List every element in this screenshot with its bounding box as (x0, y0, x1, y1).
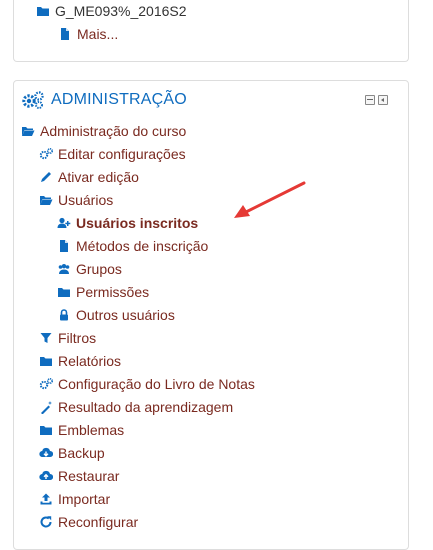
course-administration-label: Administração do curso (40, 123, 187, 139)
item-label: Emblemas (58, 422, 125, 438)
item-turn-editing-on[interactable]: Ativar edição (39, 169, 139, 185)
item-enrolled-users[interactable]: Usuários inscritos (57, 215, 198, 231)
item-label: Importar (58, 491, 111, 507)
block-header: ADMINISTRAÇÃO (21, 90, 187, 110)
upload-icon (39, 492, 53, 506)
cog-icon (39, 147, 53, 161)
course-administration[interactable]: Administração do curso (21, 123, 186, 139)
nav-item-more-label: Mais... (77, 26, 119, 42)
item-permissions[interactable]: Permissões (57, 284, 149, 300)
block-title: ADMINISTRAÇÃO (51, 91, 187, 108)
item-label: Resultado da aprendizagem (58, 399, 234, 415)
item-badges[interactable]: Emblemas (39, 422, 124, 438)
item-outcomes[interactable]: Resultado da aprendizagem (39, 399, 233, 415)
item-label: Filtros (58, 330, 97, 346)
item-groups[interactable]: Grupos (57, 261, 122, 277)
folder-icon (36, 4, 50, 18)
item-backup[interactable]: Backup (39, 445, 105, 461)
file-icon (57, 239, 71, 253)
folder-open-icon (21, 124, 35, 138)
item-label: Outros usuários (76, 307, 175, 323)
annotation-arrow-icon (234, 181, 306, 218)
item-label: Reconfigurar (58, 514, 139, 530)
item-label: Restaurar (58, 468, 120, 484)
item-edit-settings[interactable]: Editar configurações (39, 146, 186, 162)
item-label: Editar configurações (58, 146, 186, 162)
hide-block-button[interactable] (365, 95, 375, 105)
item-reset[interactable]: Reconfigurar (39, 514, 138, 530)
cog-icon (39, 377, 53, 391)
refresh-icon (39, 515, 53, 529)
nav-item-more[interactable]: Mais... (58, 26, 118, 42)
folder-icon (39, 354, 53, 368)
lock-icon (57, 308, 71, 322)
navigation-block: G_ME093%_2016S2 Mais... (13, 0, 409, 62)
item-other-users[interactable]: Outros usuários (57, 307, 175, 323)
magic-wand-icon (39, 400, 53, 414)
item-label: Métodos de inscrição (76, 238, 209, 254)
filter-icon (39, 331, 53, 345)
item-import[interactable]: Importar (39, 491, 110, 507)
dock-block-button[interactable] (378, 95, 388, 105)
item-label: Grupos (76, 261, 122, 277)
item-label: Relatórios (58, 353, 122, 369)
nav-item-course-label: G_ME093%_2016S2 (55, 3, 187, 19)
item-label: Backup (58, 445, 105, 461)
item-users[interactable]: Usuários (39, 192, 113, 208)
item-restore[interactable]: Restaurar (39, 468, 119, 484)
user-plus-icon (57, 216, 71, 230)
item-enrolment-methods[interactable]: Métodos de inscrição (57, 238, 208, 254)
item-label: Usuários (58, 192, 114, 208)
cloud-upload-icon (39, 469, 53, 483)
administration-block: ADMINISTRAÇÃO Administração do curso Edi… (13, 80, 409, 550)
nav-item-course[interactable]: G_ME093%_2016S2 (36, 3, 187, 19)
item-filters[interactable]: Filtros (39, 330, 96, 346)
folder-icon (39, 423, 53, 437)
item-gradebook-setup[interactable]: Configuração do Livro de Notas (39, 376, 255, 392)
item-label: Permissões (76, 284, 150, 300)
item-reports[interactable]: Relatórios (39, 353, 121, 369)
cogs-icon (21, 90, 45, 110)
folder-icon (57, 285, 71, 299)
item-label: Ativar edição (58, 169, 139, 185)
cloud-download-icon (39, 446, 53, 460)
pencil-icon (39, 170, 53, 184)
item-label: Usuários inscritos (76, 215, 199, 231)
folder-open-icon (39, 193, 53, 207)
users-icon (57, 262, 71, 276)
file-icon (58, 27, 72, 41)
item-label: Configuração do Livro de Notas (58, 376, 255, 392)
